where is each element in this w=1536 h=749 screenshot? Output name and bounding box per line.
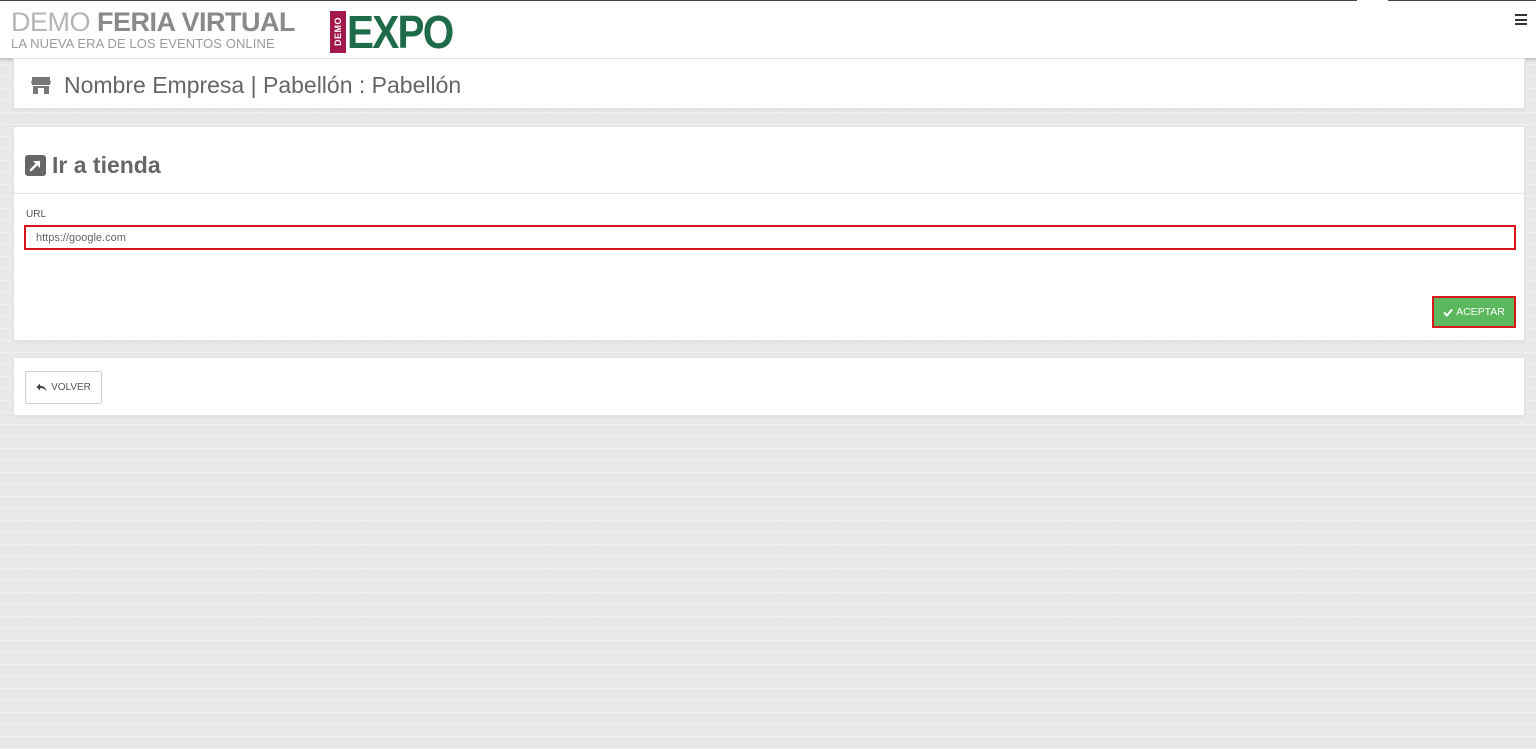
brand-tagline: LA NUEVA ERA DE LOS EVENTOS ONLINE [11,36,275,51]
accept-button[interactable]: ACEPTAR [1432,296,1516,328]
logo-demo-badge: DEMO [330,11,346,53]
reply-icon [36,383,47,392]
navbar-gap [1357,0,1388,2]
page-title-panel: Nombre Empresa | Pabellón : Pabellón [13,58,1525,109]
external-link-icon [25,155,46,176]
page-title: Nombre Empresa | Pabellón : Pabellón [64,72,462,98]
store-icon [31,76,51,94]
logo-expo-text: EXPO [347,6,454,58]
back-button[interactable]: VOLVER [25,371,102,404]
section-title: Ir a tienda [52,152,161,178]
brand-name-text: FERIA VIRTUAL [97,7,296,37]
brand-demo-text: DEMO [11,7,98,37]
url-input[interactable] [24,225,1516,250]
page-title-row: Nombre Empresa | Pabellón : Pabellón [30,72,461,99]
url-label: URL [26,209,47,220]
top-navbar: DEMO FERIA VIRTUAL LA NUEVA ERA DE LOS E… [0,0,1536,58]
section-title-row: Ir a tienda [25,152,161,179]
back-button-label: VOLVER [51,382,91,393]
brand-title: DEMO FERIA VIRTUAL [11,7,296,37]
expo-logo[interactable]: DEMO EXPO [330,6,467,58]
hamburger-menu-icon[interactable] [1515,14,1527,25]
accept-button-label: ACEPTAR [1456,306,1505,318]
back-panel: VOLVER [13,357,1525,416]
go-to-store-panel: Ir a tienda URL ACEPTAR [13,126,1525,341]
brand[interactable]: DEMO FERIA VIRTUAL LA NUEVA ERA DE LOS E… [11,7,296,52]
panel-heading: Ir a tienda [14,127,1524,194]
check-icon [1443,308,1453,317]
